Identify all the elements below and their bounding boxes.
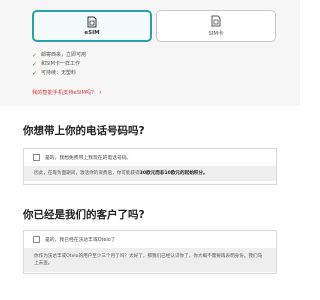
esim-compatibility-link[interactable]: 我的智能手机支持eSIM吗? › (32, 89, 101, 96)
existing-customer-info: 你作为沃达丰或Otelo的用户至少三个月了吗？太好了，那我们已经认识你了。你大概… (24, 248, 276, 272)
sim-card-icon (211, 15, 221, 27)
feature-text: 可持续：无塑料 (41, 70, 77, 76)
feature-text: 和SIM卡一样工作 (41, 61, 80, 67)
keep-number-option-label: 是的，我想免费带上我现在的电话号码。 (45, 156, 132, 161)
compat-link-text: 我的智能手机支持eSIM吗? (32, 90, 94, 96)
existing-customer-option-label: 是的，我已经在沃达丰或Otelo了 (45, 238, 116, 243)
keep-number-card: 是的，我想免费带上我现在的电话号码。 因此，在靠负面期间，激活你的资费后，你可能… (23, 148, 277, 185)
keep-number-info: 因此，在靠负面期间，激活你的资费后，你可能获得30欧元而非10欧元的起始积分。 (24, 166, 276, 181)
check-icon: ✓ (32, 52, 38, 59)
feature-item: ✓ 和SIM卡一样工作 (32, 60, 86, 69)
esim-option-button[interactable]: eSIM (32, 10, 152, 42)
chevron-right-icon: › (98, 89, 102, 96)
existing-customer-option[interactable]: 是的，我已经在沃达丰或Otelo了 (24, 231, 276, 248)
feature-list: ✓ 邮寄西来，立即可用 ✓ 和SIM卡一样工作 ✓ 可持续：无塑料 (32, 51, 86, 78)
existing-customer-card: 是的，我已经在沃达丰或Otelo了 你作为沃达丰或Otelo的用户至少三个月了吗… (23, 230, 277, 274)
feature-text: 邮寄西来，立即可用 (41, 52, 87, 58)
sim-option-label: SIM卡 (208, 31, 224, 37)
sim-type-card: eSIM SIM卡 ✓ 邮寄西来，立即可用 ✓ 和SIM卡一样工作 ✓ 可持续：… (0, 0, 300, 106)
keep-number-info-text: 因此，在靠负面期间，激活你的资费后，你可能获得 (34, 171, 140, 176)
existing-customer-checkbox[interactable] (33, 236, 40, 243)
check-icon: ✓ (32, 70, 38, 77)
keep-number-checkbox[interactable] (33, 154, 40, 161)
esim-option-label: eSIM (84, 30, 100, 36)
existing-customer-title: 你已经是我们的客户了吗? (23, 209, 145, 221)
esim-card-icon (87, 16, 97, 28)
check-icon: ✓ (32, 61, 38, 68)
page: eSIM SIM卡 ✓ 邮寄西来，立即可用 ✓ 和SIM卡一样工作 ✓ 可持续：… (0, 0, 300, 300)
feature-item: ✓ 邮寄西来，立即可用 (32, 51, 86, 60)
sim-option-button[interactable]: SIM卡 (156, 10, 276, 42)
keep-number-info-bold: 30欧元而非10欧元的起始积分。 (139, 171, 208, 176)
feature-item: ✓ 可持续：无塑料 (32, 69, 86, 78)
keep-number-option[interactable]: 是的，我想免费带上我现在的电话号码。 (24, 149, 276, 166)
keep-number-title: 你想带上你的电话号码吗? (23, 125, 145, 137)
